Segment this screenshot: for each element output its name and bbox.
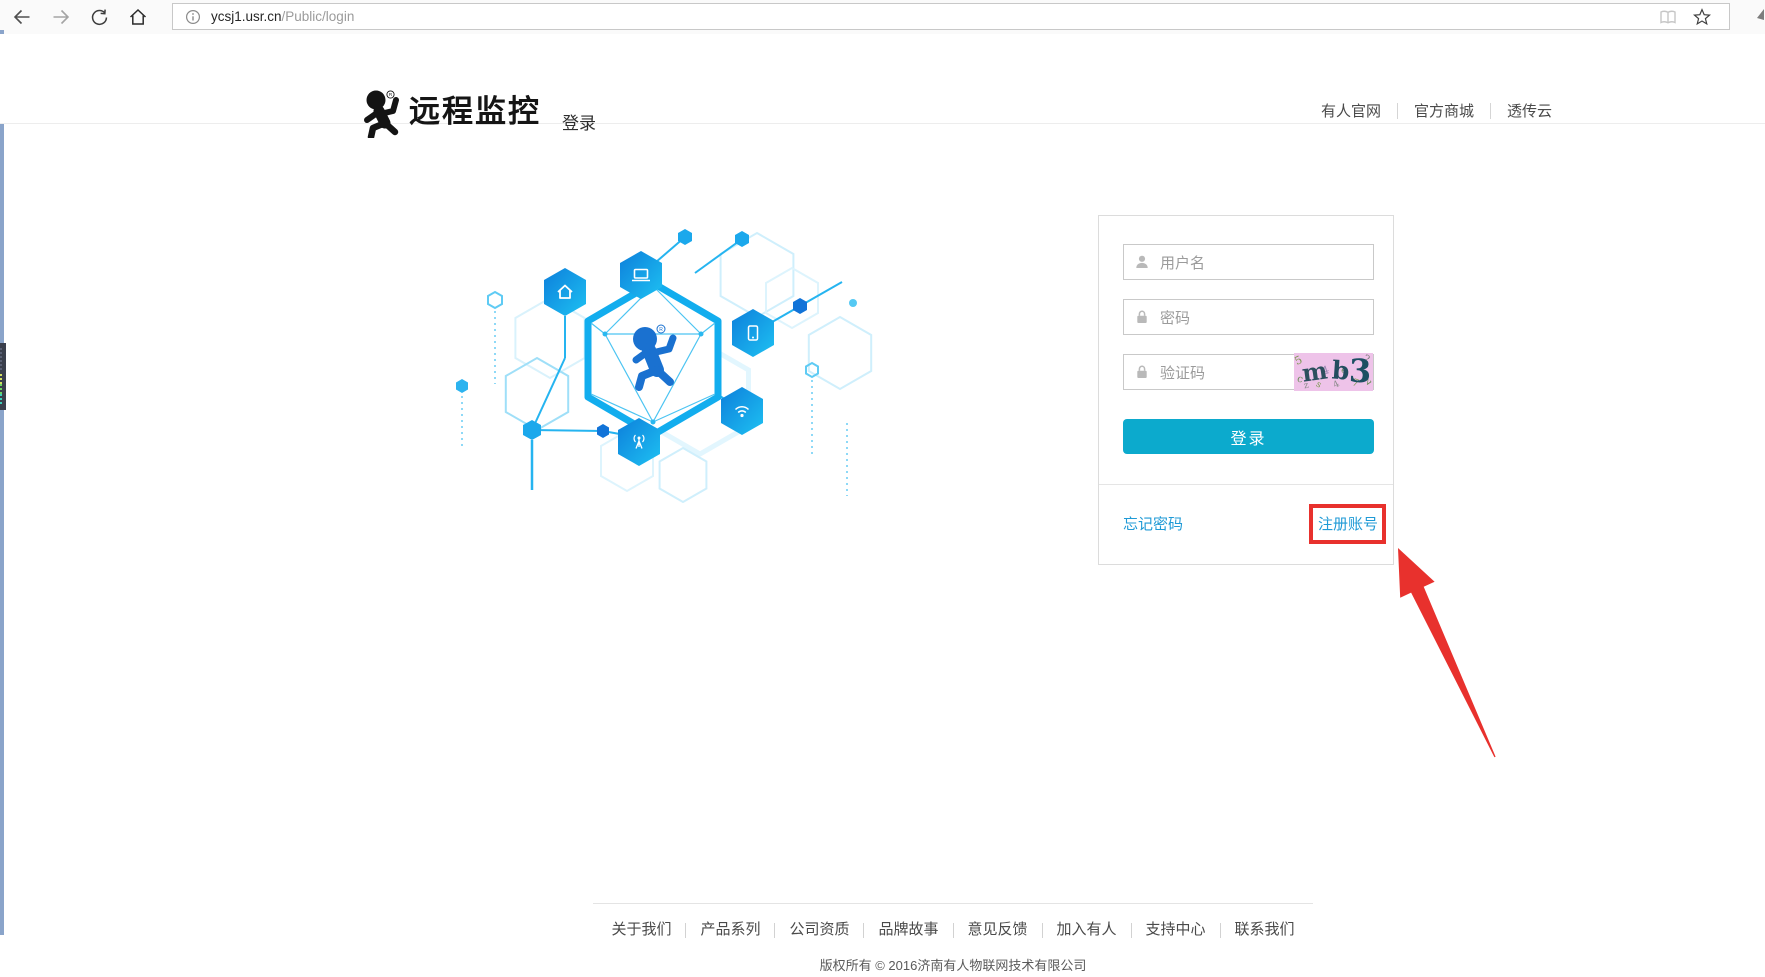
copyright-text: 版权所有 © 2016济南有人物联网技术有限公司 xyxy=(593,955,1313,974)
user-icon xyxy=(1134,254,1150,275)
svg-text:R: R xyxy=(659,327,663,333)
page-info-icon[interactable] xyxy=(185,9,201,30)
wifi-hexagon-icon xyxy=(721,387,763,435)
password-input[interactable] xyxy=(1158,300,1367,336)
reading-view-icon[interactable] xyxy=(1659,9,1677,30)
widget-stripe xyxy=(0,374,2,384)
captcha-glyph: m xyxy=(1300,358,1328,385)
browser-toolbar: ycsj1.usr.cn/Public/login xyxy=(0,0,1765,35)
captcha-glyph: b xyxy=(1331,357,1350,383)
lock-icon xyxy=(1134,364,1150,385)
annotation-red-box xyxy=(1309,504,1386,544)
login-button[interactable]: 登录 xyxy=(1123,419,1374,454)
header-links: 有人官网官方商城透传云 xyxy=(1321,100,1552,121)
forward-button[interactable] xyxy=(49,5,73,29)
widget-stripe xyxy=(0,394,2,406)
header-link[interactable]: 有人官网 xyxy=(1321,100,1397,121)
home-icon xyxy=(128,7,148,27)
back-arrow-icon xyxy=(12,7,32,27)
forward-arrow-icon xyxy=(51,7,71,27)
screen: ycsj1.usr.cn/Public/login R xyxy=(0,0,1765,977)
clipped-toolbar-icon xyxy=(1756,8,1765,29)
url-host: ycsj1.usr.cn xyxy=(211,9,282,24)
footer-link[interactable]: 加入有人 xyxy=(1043,920,1131,940)
widget-stripe xyxy=(0,384,2,394)
docked-edge-widget xyxy=(0,343,6,410)
widget-stripe xyxy=(0,348,2,372)
lock-icon xyxy=(1134,309,1150,330)
footer-link[interactable]: 公司资质 xyxy=(775,920,863,940)
forgot-password-link[interactable]: 忘记密码 xyxy=(1123,513,1183,534)
username-field-wrap xyxy=(1123,244,1374,280)
back-button[interactable] xyxy=(10,5,34,29)
footer-link[interactable]: 品牌故事 xyxy=(864,920,952,940)
nav-login-tab[interactable]: 登录 xyxy=(562,109,596,134)
address-bar[interactable]: ycsj1.usr.cn/Public/login xyxy=(172,3,1730,30)
footer-link[interactable]: 联系我们 xyxy=(1221,920,1309,940)
header-link[interactable]: 透传云 xyxy=(1491,100,1552,121)
url-path: /Public/login xyxy=(282,9,355,24)
url-text[interactable]: ycsj1.usr.cn/Public/login xyxy=(211,4,354,29)
home-button[interactable] xyxy=(126,5,150,29)
footer-link[interactable]: 支持中心 xyxy=(1132,920,1220,940)
panel-divider xyxy=(1099,484,1393,485)
background-window-edge xyxy=(0,30,4,935)
favorites-star-icon[interactable] xyxy=(1693,8,1711,31)
smartphone-hexagon-icon xyxy=(732,309,774,357)
password-field-wrap xyxy=(1123,299,1374,335)
site-header: R 远程监控 登录 有人官网官方商城透传云 xyxy=(0,34,1765,124)
usr-mascot-logo-icon[interactable]: R xyxy=(360,88,406,143)
annotation-red-arrow xyxy=(1390,544,1502,769)
footer-link[interactable]: 关于我们 xyxy=(597,920,685,940)
username-input[interactable] xyxy=(1158,245,1367,281)
footer-link[interactable]: 产品系列 xyxy=(686,920,774,940)
captcha-glyph: 3 xyxy=(1348,355,1371,388)
home-hexagon-icon xyxy=(544,268,586,316)
refresh-icon xyxy=(90,8,109,27)
logo-title[interactable]: 远程监控 xyxy=(409,90,541,134)
footer-nav: 关于我们产品系列公司资质品牌故事意见反馈加入有人支持中心联系我们 xyxy=(593,903,1313,940)
header-link[interactable]: 官方商城 xyxy=(1398,100,1490,121)
refresh-button[interactable] xyxy=(87,5,111,29)
footer-link[interactable]: 意见反馈 xyxy=(954,920,1042,940)
captcha-image[interactable]: 5cz4e22s47mb3 xyxy=(1294,353,1373,391)
iot-hexagon-illustration: R xyxy=(380,198,880,508)
